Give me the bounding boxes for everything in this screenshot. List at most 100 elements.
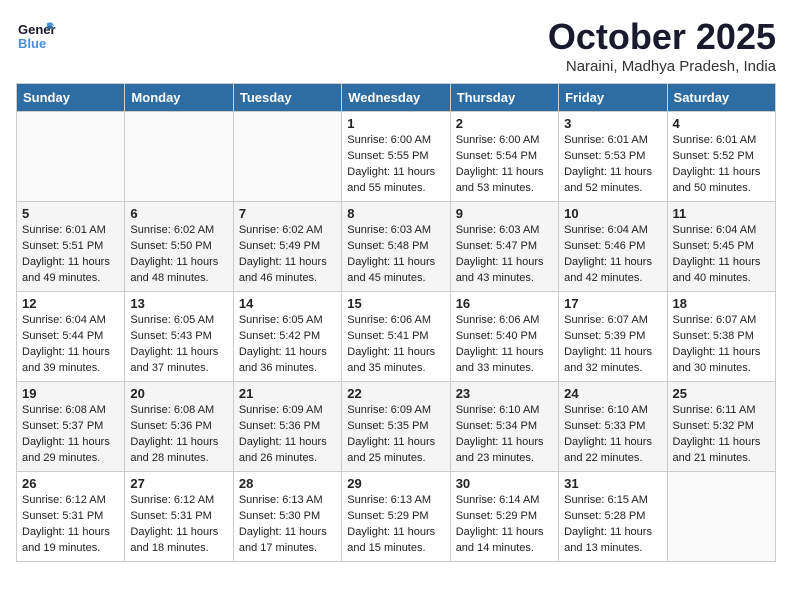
day-info: Sunrise: 6:00 AMSunset: 5:55 PMDaylight:… xyxy=(347,133,444,197)
day-info: Sunrise: 6:12 AMSunset: 5:31 PMDaylight:… xyxy=(130,493,227,557)
day-info: Sunrise: 6:01 AMSunset: 5:52 PMDaylight:… xyxy=(673,133,770,197)
day-number: 29 xyxy=(347,476,444,491)
day-number: 16 xyxy=(456,296,553,311)
day-number: 24 xyxy=(564,386,661,401)
day-cell: 3 Sunrise: 6:01 AMSunset: 5:53 PMDaylight… xyxy=(559,112,667,202)
logo-svg: General Blue xyxy=(16,16,56,56)
day-cell: 14 Sunrise: 6:05 AMSunset: 5:42 PMDayligh… xyxy=(233,292,341,382)
day-cell: 17 Sunrise: 6:07 AMSunset: 5:39 PMDayligh… xyxy=(559,292,667,382)
day-cell: 7Sunrise: 6:02 AMSunset: 5:49 PMDaylight… xyxy=(233,202,341,292)
day-number: 18 xyxy=(673,296,770,311)
day-info: Sunrise: 6:02 AMSunset: 5:50 PMDaylight:… xyxy=(130,223,227,287)
day-number: 22 xyxy=(347,386,444,401)
day-number: 15 xyxy=(347,296,444,311)
weekday-thursday: Thursday xyxy=(450,84,558,112)
day-cell: 22 Sunrise: 6:09 AMSunset: 5:35 PMDayligh… xyxy=(342,382,450,472)
day-cell: 16Sunrise: 6:06 AMSunset: 5:40 PMDayligh… xyxy=(450,292,558,382)
day-number: 8 xyxy=(347,206,444,221)
day-cell: 30 Sunrise: 6:14 AMSunset: 5:29 PMDayligh… xyxy=(450,472,558,562)
day-cell: 13 Sunrise: 6:05 AMSunset: 5:43 PMDayligh… xyxy=(125,292,233,382)
weekday-wednesday: Wednesday xyxy=(342,84,450,112)
day-info: Sunrise: 6:00 AMSunset: 5:54 PMDaylight:… xyxy=(456,133,553,197)
day-info: Sunrise: 6:04 AMSunset: 5:44 PMDaylight:… xyxy=(22,313,119,377)
day-info: Sunrise: 6:03 AMSunset: 5:48 PMDaylight:… xyxy=(347,223,444,287)
day-cell xyxy=(233,112,341,202)
day-cell: 1 Sunrise: 6:00 AMSunset: 5:55 PMDaylight… xyxy=(342,112,450,202)
day-number: 11 xyxy=(673,206,770,221)
day-number: 13 xyxy=(130,296,227,311)
day-number: 17 xyxy=(564,296,661,311)
day-cell xyxy=(667,472,775,562)
day-number: 2 xyxy=(456,116,553,131)
day-number: 31 xyxy=(564,476,661,491)
weekday-header-row: SundayMondayTuesdayWednesdayThursdayFrid… xyxy=(17,84,776,112)
day-info: Sunrise: 6:09 AMSunset: 5:36 PMDaylight:… xyxy=(239,403,336,467)
day-number: 21 xyxy=(239,386,336,401)
calendar-table: SundayMondayTuesdayWednesdayThursdayFrid… xyxy=(16,83,776,562)
week-row-2: 5 Sunrise: 6:01 AMSunset: 5:51 PMDaylight… xyxy=(17,202,776,292)
day-info: Sunrise: 6:05 AMSunset: 5:43 PMDaylight:… xyxy=(130,313,227,377)
week-row-3: 12 Sunrise: 6:04 AMSunset: 5:44 PMDayligh… xyxy=(17,292,776,382)
day-cell: 8 Sunrise: 6:03 AMSunset: 5:48 PMDaylight… xyxy=(342,202,450,292)
day-cell xyxy=(17,112,125,202)
day-number: 14 xyxy=(239,296,336,311)
day-number: 7 xyxy=(239,206,336,221)
day-number: 1 xyxy=(347,116,444,131)
day-info: Sunrise: 6:09 AMSunset: 5:35 PMDaylight:… xyxy=(347,403,444,467)
day-info: Sunrise: 6:12 AMSunset: 5:31 PMDaylight:… xyxy=(22,493,119,557)
day-info: Sunrise: 6:10 AMSunset: 5:34 PMDaylight:… xyxy=(456,403,553,467)
month-title: October 2025 xyxy=(548,16,776,58)
day-cell: 27 Sunrise: 6:12 AMSunset: 5:31 PMDayligh… xyxy=(125,472,233,562)
day-number: 20 xyxy=(130,386,227,401)
weekday-monday: Monday xyxy=(125,84,233,112)
day-info: Sunrise: 6:14 AMSunset: 5:29 PMDaylight:… xyxy=(456,493,553,557)
weekday-tuesday: Tuesday xyxy=(233,84,341,112)
day-info: Sunrise: 6:15 AMSunset: 5:28 PMDaylight:… xyxy=(564,493,661,557)
day-number: 6 xyxy=(130,206,227,221)
day-info: Sunrise: 6:01 AMSunset: 5:53 PMDaylight:… xyxy=(564,133,661,197)
day-info: Sunrise: 6:01 AMSunset: 5:51 PMDaylight:… xyxy=(22,223,119,287)
day-info: Sunrise: 6:10 AMSunset: 5:33 PMDaylight:… xyxy=(564,403,661,467)
day-number: 26 xyxy=(22,476,119,491)
day-number: 3 xyxy=(564,116,661,131)
day-info: Sunrise: 6:04 AMSunset: 5:46 PMDaylight:… xyxy=(564,223,661,287)
day-cell: 19Sunrise: 6:08 AMSunset: 5:37 PMDayligh… xyxy=(17,382,125,472)
day-cell xyxy=(125,112,233,202)
day-info: Sunrise: 6:07 AMSunset: 5:38 PMDaylight:… xyxy=(673,313,770,377)
day-number: 28 xyxy=(239,476,336,491)
day-number: 23 xyxy=(456,386,553,401)
day-cell: 2 Sunrise: 6:00 AMSunset: 5:54 PMDaylight… xyxy=(450,112,558,202)
calendar-body: 1 Sunrise: 6:00 AMSunset: 5:55 PMDaylight… xyxy=(17,112,776,562)
logo-icon: General Blue xyxy=(16,16,56,56)
weekday-saturday: Saturday xyxy=(667,84,775,112)
day-info: Sunrise: 6:13 AMSunset: 5:30 PMDaylight:… xyxy=(239,493,336,557)
day-number: 30 xyxy=(456,476,553,491)
day-cell: 21 Sunrise: 6:09 AMSunset: 5:36 PMDayligh… xyxy=(233,382,341,472)
day-cell: 24 Sunrise: 6:10 AMSunset: 5:33 PMDayligh… xyxy=(559,382,667,472)
day-cell: 12 Sunrise: 6:04 AMSunset: 5:44 PMDayligh… xyxy=(17,292,125,382)
day-info: Sunrise: 6:05 AMSunset: 5:42 PMDaylight:… xyxy=(239,313,336,377)
location: Naraini, Madhya Pradesh, India xyxy=(548,58,776,75)
day-cell: 6 Sunrise: 6:02 AMSunset: 5:50 PMDaylight… xyxy=(125,202,233,292)
day-cell: 25 Sunrise: 6:11 AMSunset: 5:32 PMDayligh… xyxy=(667,382,775,472)
day-cell: 15Sunrise: 6:06 AMSunset: 5:41 PMDayligh… xyxy=(342,292,450,382)
day-cell: 10 Sunrise: 6:04 AMSunset: 5:46 PMDayligh… xyxy=(559,202,667,292)
logo: General Blue xyxy=(16,16,56,56)
day-number: 5 xyxy=(22,206,119,221)
weekday-sunday: Sunday xyxy=(17,84,125,112)
day-number: 25 xyxy=(673,386,770,401)
day-info: Sunrise: 6:04 AMSunset: 5:45 PMDaylight:… xyxy=(673,223,770,287)
day-number: 27 xyxy=(130,476,227,491)
weekday-friday: Friday xyxy=(559,84,667,112)
day-info: Sunrise: 6:07 AMSunset: 5:39 PMDaylight:… xyxy=(564,313,661,377)
day-number: 4 xyxy=(673,116,770,131)
day-cell: 23 Sunrise: 6:10 AMSunset: 5:34 PMDayligh… xyxy=(450,382,558,472)
day-cell: 4 Sunrise: 6:01 AMSunset: 5:52 PMDaylight… xyxy=(667,112,775,202)
day-number: 9 xyxy=(456,206,553,221)
day-info: Sunrise: 6:11 AMSunset: 5:32 PMDaylight:… xyxy=(673,403,770,467)
day-cell: 9 Sunrise: 6:03 AMSunset: 5:47 PMDaylight… xyxy=(450,202,558,292)
day-info: Sunrise: 6:03 AMSunset: 5:47 PMDaylight:… xyxy=(456,223,553,287)
day-number: 10 xyxy=(564,206,661,221)
day-cell: 29Sunrise: 6:13 AMSunset: 5:29 PMDayligh… xyxy=(342,472,450,562)
day-number: 12 xyxy=(22,296,119,311)
